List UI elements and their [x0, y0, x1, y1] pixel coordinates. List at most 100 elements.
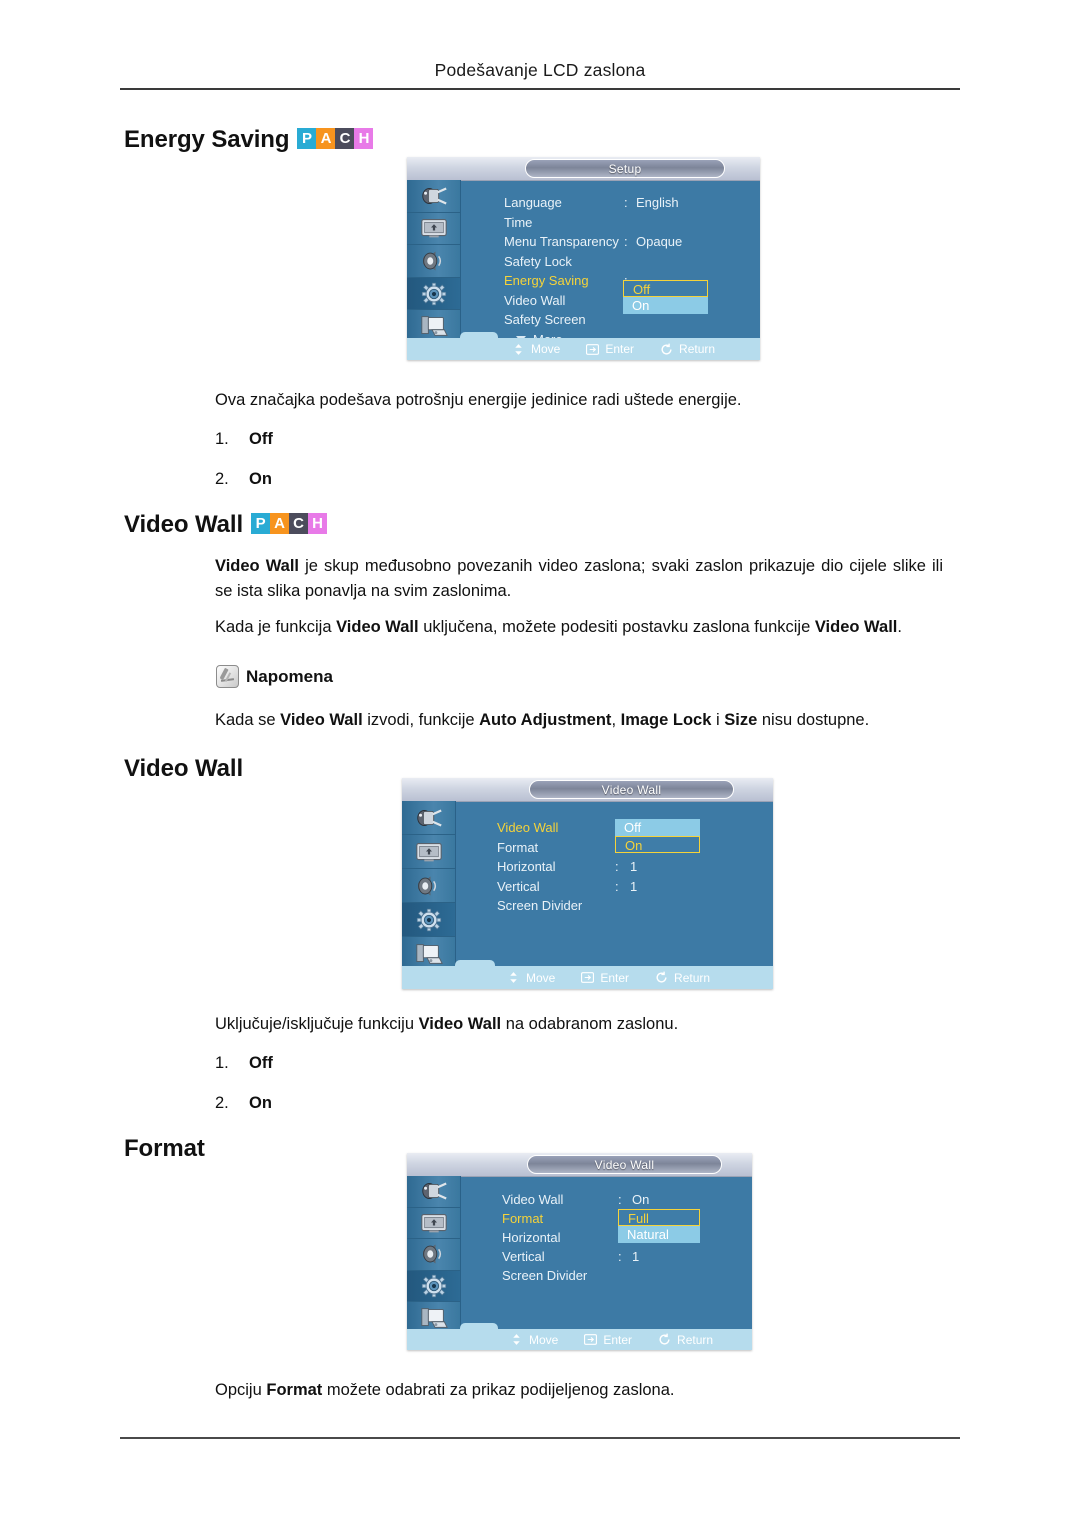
note-block: Napomena	[216, 665, 333, 688]
badge-p-icon: P	[297, 128, 317, 150]
list-item-videowall-off: 1. Off	[215, 1054, 273, 1073]
list-value: On	[249, 470, 272, 488]
osd-menu-rows: Language: English Time Menu Transparency: Op…	[460, 180, 760, 347]
osd-footer-label: Enter	[600, 970, 630, 985]
osd-row-label: Screen Divider	[502, 1268, 588, 1283]
badge-group-energy-saving: PACH	[297, 124, 374, 152]
osd-row-time[interactable]: Time	[504, 213, 760, 232]
osd-row-value: English	[636, 195, 679, 210]
osd-footer-enter[interactable]: Enter	[584, 1333, 632, 1347]
osd-row-menu-transparency[interactable]: Menu Transparency: Opaque	[504, 232, 760, 251]
osd-row-label: Vertical	[497, 878, 540, 894]
input-plug-icon	[419, 1178, 449, 1204]
multi-display-icon	[414, 941, 444, 967]
list-value: On	[249, 1094, 272, 1112]
osd-sidebar	[407, 180, 461, 343]
osd-option-natural[interactable]: Natural	[618, 1225, 700, 1243]
bold-image-lock: Image Lock	[620, 711, 712, 729]
running-header: Podešavanje LCD zaslona	[434, 60, 646, 80]
osd-row-value: 1	[630, 859, 638, 874]
osd-footer-return[interactable]: Return	[658, 1333, 713, 1347]
osd-row-label: Screen Divider	[497, 898, 583, 913]
badge-h-icon: H	[354, 128, 374, 150]
list-number: 1.	[215, 1054, 229, 1072]
osd-footer-move[interactable]: Move	[512, 342, 560, 356]
osd-sidebar	[402, 801, 456, 971]
bold-video-wall-term: Video Wall	[215, 557, 300, 575]
sound-speaker-icon	[419, 1241, 449, 1267]
osd-sidebar-item-3[interactable]	[402, 903, 455, 937]
osd-sidebar-item-1[interactable]	[402, 835, 455, 869]
osd-row-value: On	[632, 1192, 650, 1207]
osd-row-label: Energy Saving	[504, 273, 589, 288]
osd-sidebar-item-2[interactable]	[407, 245, 460, 278]
badge-a-icon: A	[270, 513, 290, 535]
header-divider	[120, 88, 960, 90]
osd-sidebar-item-3[interactable]	[407, 1270, 460, 1303]
osd-sidebar-item-3[interactable]	[407, 277, 460, 311]
osd-sidebar-item-0[interactable]	[407, 180, 460, 213]
badge-h-icon: H	[308, 513, 328, 535]
osd-sidebar-item-2[interactable]	[407, 1239, 460, 1271]
osd-footer-label: Return	[674, 970, 711, 985]
osd-sidebar-item-1[interactable]	[407, 1208, 460, 1240]
osd-row-safety-lock[interactable]: Safety Lock	[504, 252, 760, 271]
osd-option-full[interactable]: Full	[618, 1209, 700, 1226]
osd-sidebar-item-1[interactable]	[407, 213, 460, 246]
paragraph-energy-saving: Ova značajka podešava potrošnju energije…	[215, 391, 742, 409]
osd-row-vertical[interactable]: Vertical:1	[502, 1247, 752, 1266]
osd-row-label: Video Wall	[504, 292, 566, 308]
osd-sidebar-item-2[interactable]	[402, 869, 455, 903]
return-icon	[655, 971, 668, 984]
osd-title: Video Wall	[529, 780, 734, 799]
paragraph-note-text: Kada se Video Wall izvodi, funkcije Auto…	[215, 711, 870, 729]
osd-row-horizontal[interactable]: Horizontal:1	[497, 857, 773, 876]
osd-screenshot-setup: Setup Language: English Time Menu Transpare…	[407, 157, 760, 360]
heading-energy-saving-label: Energy Saving	[124, 126, 290, 153]
osd-option-on[interactable]: On	[623, 297, 708, 314]
osd-row-value: 1	[630, 878, 638, 894]
multi-display-icon	[419, 313, 449, 339]
bold-video-wall-term-5: Video Wall	[418, 1015, 502, 1033]
osd-row-label: Safety Screen	[504, 312, 586, 327]
osd-footer-enter[interactable]: Enter	[581, 971, 629, 985]
return-icon	[658, 1333, 671, 1346]
return-icon	[660, 343, 673, 356]
osd-title: Setup	[525, 159, 725, 178]
osd-footer-move[interactable]: Move	[507, 971, 555, 985]
osd-footer: Move Enter Return	[402, 966, 773, 989]
heading-format-label: Format	[124, 1135, 205, 1162]
osd-row-vertical[interactable]: Vertical:1	[497, 877, 773, 896]
osd-footer-return[interactable]: Return	[655, 971, 710, 985]
osd-row-colon: :	[618, 1249, 622, 1264]
osd-footer-return[interactable]: Return	[660, 342, 715, 356]
bold-video-wall-term-3: Video Wall	[814, 618, 898, 636]
input-plug-icon	[414, 805, 444, 831]
osd-option-off[interactable]: Off	[623, 280, 708, 297]
osd-footer-enter[interactable]: Enter	[586, 342, 634, 356]
osd-row-screen-divider[interactable]: Screen Divider	[502, 1266, 752, 1285]
updown-arrow-icon	[507, 971, 520, 984]
setup-gear-icon	[419, 281, 449, 307]
osd-footer-label: Enter	[605, 342, 635, 356]
paragraph-video-wall-1: Video Wall je skup međusobno povezanih v…	[215, 554, 943, 604]
osd-row-language[interactable]: Language: English	[504, 193, 760, 212]
list-item-energy-off: 1. Off	[215, 430, 273, 449]
osd-footer-move[interactable]: Move	[510, 1333, 558, 1347]
osd-row-colon: :	[618, 1192, 622, 1207]
osd-row-screen-divider[interactable]: Screen Divider	[497, 896, 773, 915]
heading-video-wall: Video Wall	[124, 755, 243, 783]
osd-footer: Move Enter Return	[407, 1329, 752, 1350]
osd-row-video-wall[interactable]: Video Wall: On	[502, 1190, 752, 1209]
osd-sidebar-item-0[interactable]	[407, 1176, 460, 1208]
list-number: 1.	[215, 430, 229, 448]
osd-option-on[interactable]: On	[615, 836, 700, 853]
badge-c-icon: C	[289, 513, 309, 535]
osd-footer-label: Move	[526, 970, 556, 985]
osd-sidebar-item-0[interactable]	[402, 801, 455, 835]
osd-row-label: Format	[502, 1211, 544, 1226]
list-item-videowall-on: 2. On	[215, 1094, 272, 1113]
bold-size: Size	[724, 711, 758, 729]
osd-footer-label: Return	[677, 1332, 714, 1347]
osd-option-off[interactable]: Off	[615, 819, 700, 836]
